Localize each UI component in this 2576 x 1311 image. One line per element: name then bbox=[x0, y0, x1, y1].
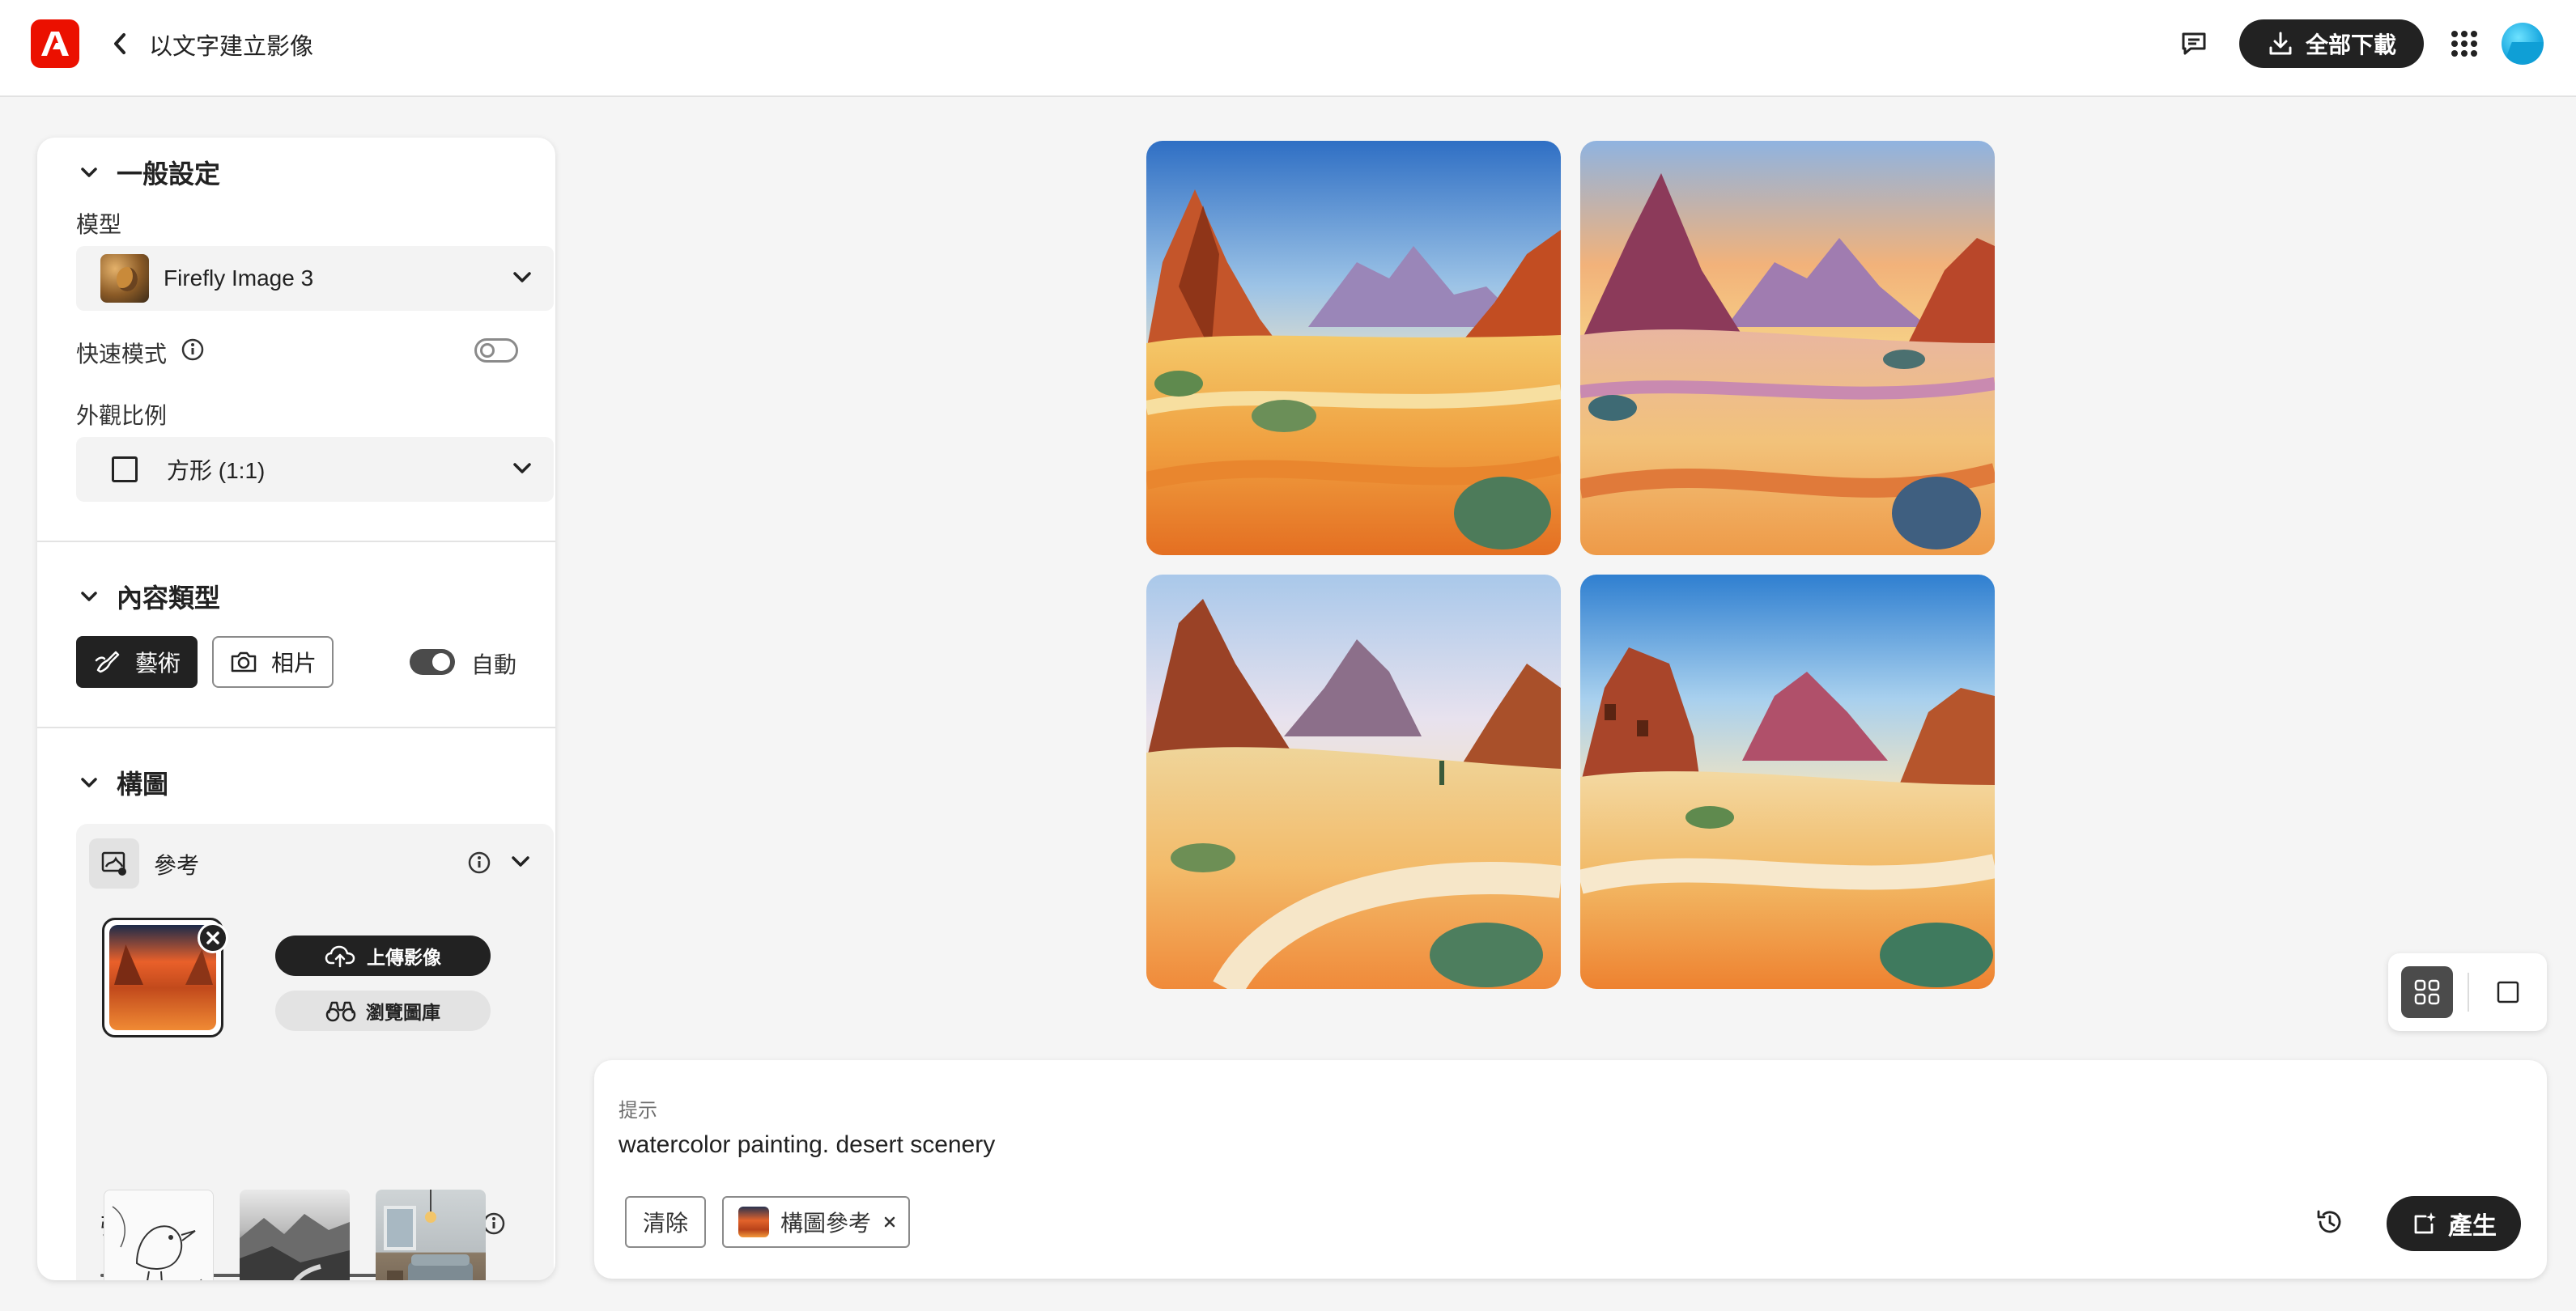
upload-image-label: 上傳影像 bbox=[367, 947, 441, 968]
feedback-icon[interactable] bbox=[2174, 24, 2213, 63]
info-icon[interactable] bbox=[180, 337, 206, 363]
app-header: 以文字建立影像 全部下載 bbox=[0, 0, 2576, 97]
aspect-ratio-select[interactable]: 方形 (1:1) bbox=[76, 437, 554, 502]
general-settings-header[interactable]: 一般設定 bbox=[79, 154, 220, 191]
generate-sparkle-icon bbox=[2414, 1212, 2436, 1234]
cloud-upload-icon bbox=[325, 945, 355, 968]
chevron-down-icon bbox=[513, 272, 531, 282]
generate-button[interactable]: 產生 bbox=[2387, 1196, 2521, 1251]
binoculars-icon bbox=[325, 1001, 356, 1022]
prompt-label: 提示 bbox=[618, 1100, 657, 1122]
art-brush-icon bbox=[95, 651, 120, 673]
general-settings-heading: 一般設定 bbox=[117, 159, 221, 189]
browse-gallery-label: 瀏覽圖庫 bbox=[366, 1002, 440, 1023]
close-icon[interactable] bbox=[882, 1215, 897, 1229]
composition-heading: 構圖 bbox=[117, 770, 169, 799]
view-toggle bbox=[2388, 953, 2547, 1031]
model-thumbnail bbox=[100, 254, 149, 303]
section-divider bbox=[37, 541, 555, 542]
page-title: 以文字建立影像 bbox=[149, 34, 314, 60]
generate-label: 產生 bbox=[2448, 1213, 2497, 1240]
view-toggle-divider bbox=[2468, 973, 2469, 1012]
model-select[interactable]: Firefly Image 3 bbox=[76, 246, 554, 311]
style-thumbnail-interior[interactable] bbox=[376, 1190, 486, 1280]
style-thumbnail-landscape[interactable] bbox=[240, 1190, 350, 1280]
composition-reference-label: 構圖參考 bbox=[780, 1211, 872, 1236]
download-all-button[interactable]: 全部下載 bbox=[2239, 19, 2424, 68]
photo-chip[interactable]: 相片 bbox=[212, 636, 334, 688]
generated-image-3[interactable] bbox=[1146, 575, 1561, 989]
info-icon[interactable] bbox=[466, 850, 492, 876]
chevron-down-icon bbox=[81, 778, 97, 787]
chevron-down-icon[interactable] bbox=[510, 853, 531, 871]
camera-icon bbox=[231, 651, 257, 672]
remove-reference-icon[interactable] bbox=[198, 923, 228, 953]
prompt-input[interactable]: watercolor painting. desert scenery bbox=[618, 1131, 995, 1159]
clear-button[interactable]: 清除 bbox=[625, 1196, 706, 1248]
single-view-icon[interactable] bbox=[2482, 966, 2534, 1018]
composition-header[interactable]: 構圖 bbox=[79, 764, 168, 801]
model-label: 模型 bbox=[76, 212, 122, 237]
reference-image-icon bbox=[89, 838, 139, 889]
content-type-header[interactable]: 內容類型 bbox=[79, 578, 220, 615]
aspect-ratio-label: 外觀比例 bbox=[76, 403, 168, 428]
section-divider bbox=[37, 727, 555, 728]
model-value: Firefly Image 3 bbox=[164, 265, 314, 291]
art-label: 藝術 bbox=[134, 651, 181, 676]
download-icon bbox=[2269, 32, 2292, 55]
content-type-heading: 內容類型 bbox=[117, 583, 221, 613]
download-all-label: 全部下載 bbox=[2305, 32, 2396, 57]
square-icon bbox=[112, 456, 138, 482]
history-icon[interactable] bbox=[2310, 1203, 2349, 1241]
style-thumbnail-sketch[interactable] bbox=[104, 1190, 214, 1280]
auto-label: 自動 bbox=[471, 652, 517, 677]
settings-panel: 一般設定 模型 Firefly Image 3 快速模式 外觀比例 方形 (1:… bbox=[37, 138, 555, 1280]
reference-label: 參考 bbox=[154, 853, 200, 878]
apps-grid-icon[interactable] bbox=[2446, 24, 2482, 63]
upload-image-button[interactable]: 上傳影像 bbox=[275, 936, 491, 976]
chevron-down-icon bbox=[81, 592, 97, 601]
chevron-down-icon bbox=[81, 168, 97, 177]
prompt-box: 提示 watercolor painting. desert scenery 清… bbox=[594, 1060, 2547, 1279]
grid-view-icon[interactable] bbox=[2401, 966, 2453, 1018]
generated-image-2[interactable] bbox=[1580, 141, 1995, 555]
browse-gallery-button[interactable]: 瀏覽圖庫 bbox=[275, 991, 491, 1031]
photo-label: 相片 bbox=[270, 651, 317, 676]
chevron-down-icon bbox=[513, 463, 531, 473]
composition-reference-chip[interactable]: 構圖參考 bbox=[722, 1196, 910, 1248]
fast-mode-label: 快速模式 bbox=[76, 342, 168, 367]
art-chip[interactable]: 藝術 bbox=[76, 636, 198, 688]
adobe-logo-icon[interactable] bbox=[31, 19, 79, 68]
generated-image-4[interactable] bbox=[1580, 575, 1995, 989]
aspect-ratio-value: 方形 (1:1) bbox=[167, 458, 266, 483]
user-avatar[interactable] bbox=[2502, 23, 2544, 65]
composition-reference-thumbnail bbox=[738, 1207, 769, 1237]
fast-mode-toggle[interactable] bbox=[474, 338, 518, 363]
auto-toggle[interactable] bbox=[410, 649, 455, 675]
back-chevron-icon[interactable] bbox=[105, 26, 134, 62]
generated-image-1[interactable] bbox=[1146, 141, 1561, 555]
